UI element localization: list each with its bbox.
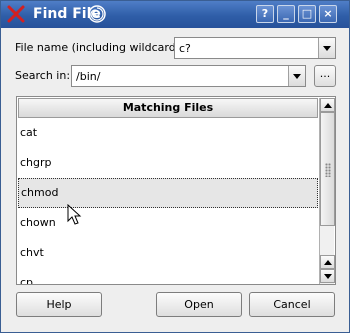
list-item[interactable]: cp: [18, 268, 318, 284]
browse-button[interactable]: ...: [314, 65, 336, 87]
filename-value[interactable]: c?: [179, 42, 191, 55]
open-button[interactable]: Open: [156, 292, 242, 317]
minimize-button[interactable]: _: [277, 5, 295, 23]
scroll-down-icon[interactable]: [320, 269, 335, 283]
grip-icon: [325, 163, 331, 177]
list-item[interactable]: cat: [18, 118, 318, 148]
list-item[interactable]: chown: [18, 208, 318, 238]
scroll-up-icon[interactable]: [320, 98, 335, 112]
find-file-dialog: Find File ? _ □ × File name (including w…: [0, 0, 350, 333]
list-item[interactable]: chgrp: [18, 148, 318, 178]
list-item-selected[interactable]: chmod: [18, 178, 318, 208]
maximize-button[interactable]: □: [298, 5, 316, 23]
list-item[interactable]: chvt: [18, 238, 318, 268]
search-in-label: Search in:: [15, 69, 71, 82]
help-title-button[interactable]: ?: [256, 5, 274, 23]
cancel-button[interactable]: Cancel: [249, 292, 335, 317]
scroll-up-icon[interactable]: [320, 255, 335, 269]
matching-files-header[interactable]: Matching Files: [18, 98, 318, 118]
matching-files-list[interactable]: Matching Files cat chgrp chmod chown chv…: [16, 96, 336, 285]
filename-combo[interactable]: c?: [174, 37, 336, 59]
search-in-value[interactable]: /bin/: [76, 70, 100, 83]
mouse-pointer-icon: [67, 204, 82, 225]
close-button[interactable]: ×: [319, 5, 337, 23]
filename-label: File name (including wildcards):: [15, 41, 190, 54]
chevron-down-icon[interactable]: [318, 38, 335, 58]
vertical-scrollbar[interactable]: [319, 98, 335, 284]
scroll-thumb[interactable]: [320, 112, 335, 226]
title-bar[interactable]: Find File ? _ □ ×: [1, 1, 349, 28]
red-x-icon[interactable]: [6, 4, 26, 24]
chevron-down-icon[interactable]: [288, 66, 305, 86]
search-in-combo[interactable]: /bin/: [71, 65, 306, 87]
help-button[interactable]: Help: [16, 292, 102, 317]
results-rows: cat chgrp chmod chown chvt cp: [18, 118, 318, 284]
swirl-icon: [88, 5, 106, 23]
